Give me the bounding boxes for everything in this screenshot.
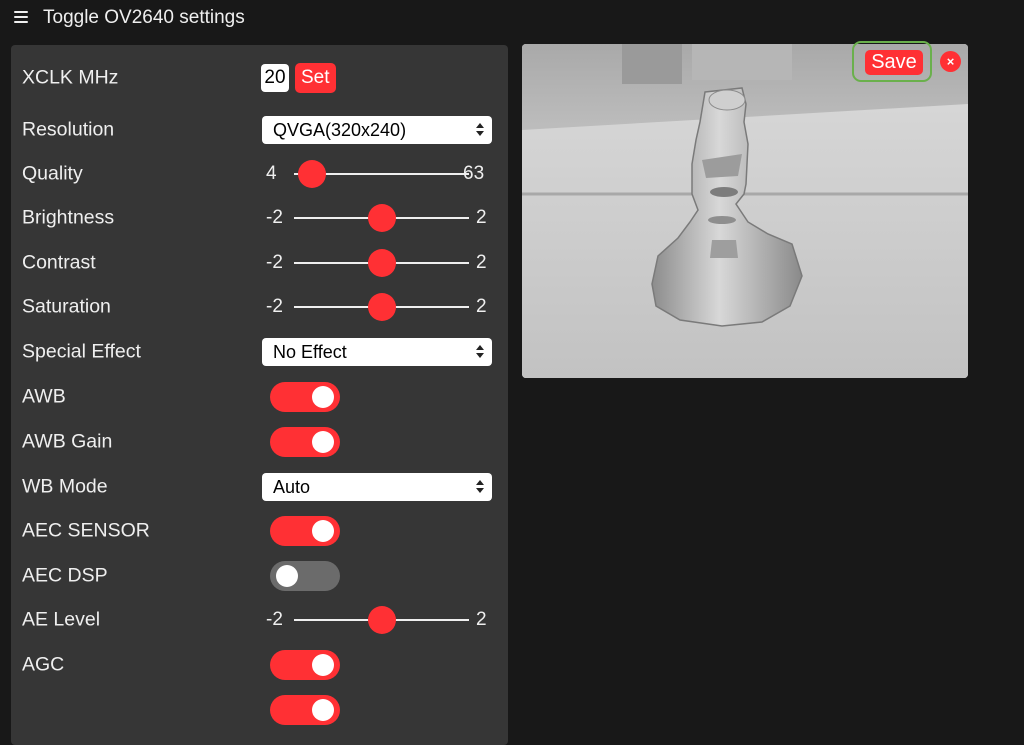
contrast-label: Contrast [22,251,96,274]
select-arrows-icon [476,344,484,360]
brightness-max: 2 [476,207,487,228]
saturation-min: -2 [266,296,283,317]
settings-toggle-title[interactable]: Toggle OV2640 settings [43,7,245,29]
toggle-knob [312,431,334,453]
awb-gain-row: AWB Gain [11,420,508,464]
agc-label: AGC [22,653,65,676]
xclk-row: XCLK MHz 20 Set [11,56,508,100]
brightness-label: Brightness [22,206,115,229]
wb-mode-label: WB Mode [22,475,108,498]
quality-slider-thumb[interactable] [297,160,326,188]
ae-level-slider-thumb[interactable] [367,606,396,634]
aec-dsp-row: AEC DSP [11,554,508,598]
awb-toggle[interactable] [270,382,340,412]
xclk-set-button[interactable]: Set [295,63,336,93]
resolution-row: Resolution QVGA(320x240) [11,108,508,152]
contrast-row: Contrast -2 2 [11,241,508,285]
contrast-max: 2 [476,252,487,273]
saturation-row: Saturation -2 2 [11,285,508,329]
agc-row: AGC [11,643,508,687]
next-toggle-partial[interactable] [270,695,340,725]
saturation-slider[interactable] [294,293,469,321]
quality-max: 63 [463,163,485,184]
contrast-slider[interactable] [294,249,469,277]
brightness-slider[interactable] [294,204,469,232]
contrast-min: -2 [266,252,283,273]
toggle-knob [312,654,334,676]
wb-mode-row: WB Mode Auto [11,465,508,509]
saturation-label: Saturation [22,295,111,318]
toggle-knob [312,520,334,542]
ae-level-max: 2 [476,609,487,630]
resolution-select[interactable]: QVGA(320x240) [262,116,492,144]
awb-gain-toggle[interactable] [270,427,340,457]
select-arrows-icon [476,479,484,495]
camera-frame-illustration [522,44,968,378]
xclk-label: XCLK MHz [22,66,119,89]
quality-row: Quality 4 63 [11,152,508,196]
saturation-max: 2 [476,296,487,317]
aec-sensor-toggle[interactable] [270,516,340,546]
awb-gain-label: AWB Gain [22,430,113,453]
resolution-value: QVGA(320x240) [273,119,407,140]
xclk-input[interactable]: 20 [261,64,289,92]
quality-min: 4 [266,163,277,184]
toggle-knob [276,565,298,587]
aec-sensor-row: AEC SENSOR [11,509,508,553]
aec-dsp-label: AEC DSP [22,564,108,587]
ae-level-label: AE Level [22,608,101,631]
agc-toggle[interactable] [270,650,340,680]
toggle-knob [312,386,334,408]
ae-level-min: -2 [266,609,283,630]
contrast-slider-thumb[interactable] [367,249,396,277]
special-effect-label: Special Effect [22,340,141,363]
brightness-min: -2 [266,207,283,228]
special-effect-select[interactable]: No Effect [262,338,492,366]
aec-sensor-label: AEC SENSOR [22,519,150,542]
ae-level-row: AE Level -2 2 [11,598,508,642]
quality-slider[interactable] [294,160,469,188]
resolution-label: Resolution [22,118,115,141]
quality-label: Quality [22,162,83,185]
brightness-slider-thumb[interactable] [367,204,396,232]
wb-mode-value: Auto [273,476,311,497]
camera-stream-image [522,44,968,378]
wb-mode-select[interactable]: Auto [262,473,492,501]
next-row-partial [11,688,508,732]
save-button-focus-ring: Save [852,41,932,82]
select-arrows-icon [476,122,484,138]
settings-panel: XCLK MHz 20 Set Resolution QVGA(320x240)… [11,45,508,745]
hamburger-menu-icon[interactable] [14,11,28,23]
close-stream-icon[interactable]: × [940,51,961,72]
save-still-button[interactable]: Save [865,50,923,75]
saturation-slider-thumb[interactable] [367,293,396,321]
toggle-knob [312,699,334,721]
special-effect-value: No Effect [273,341,347,362]
aec-dsp-toggle[interactable] [270,561,340,591]
awb-row: AWB [11,375,508,419]
ae-level-slider[interactable] [294,606,469,634]
brightness-row: Brightness -2 2 [11,196,508,240]
awb-label: AWB [22,385,66,408]
top-bar: Toggle OV2640 settings [0,0,1024,40]
special-effect-row: Special Effect No Effect [11,330,508,374]
